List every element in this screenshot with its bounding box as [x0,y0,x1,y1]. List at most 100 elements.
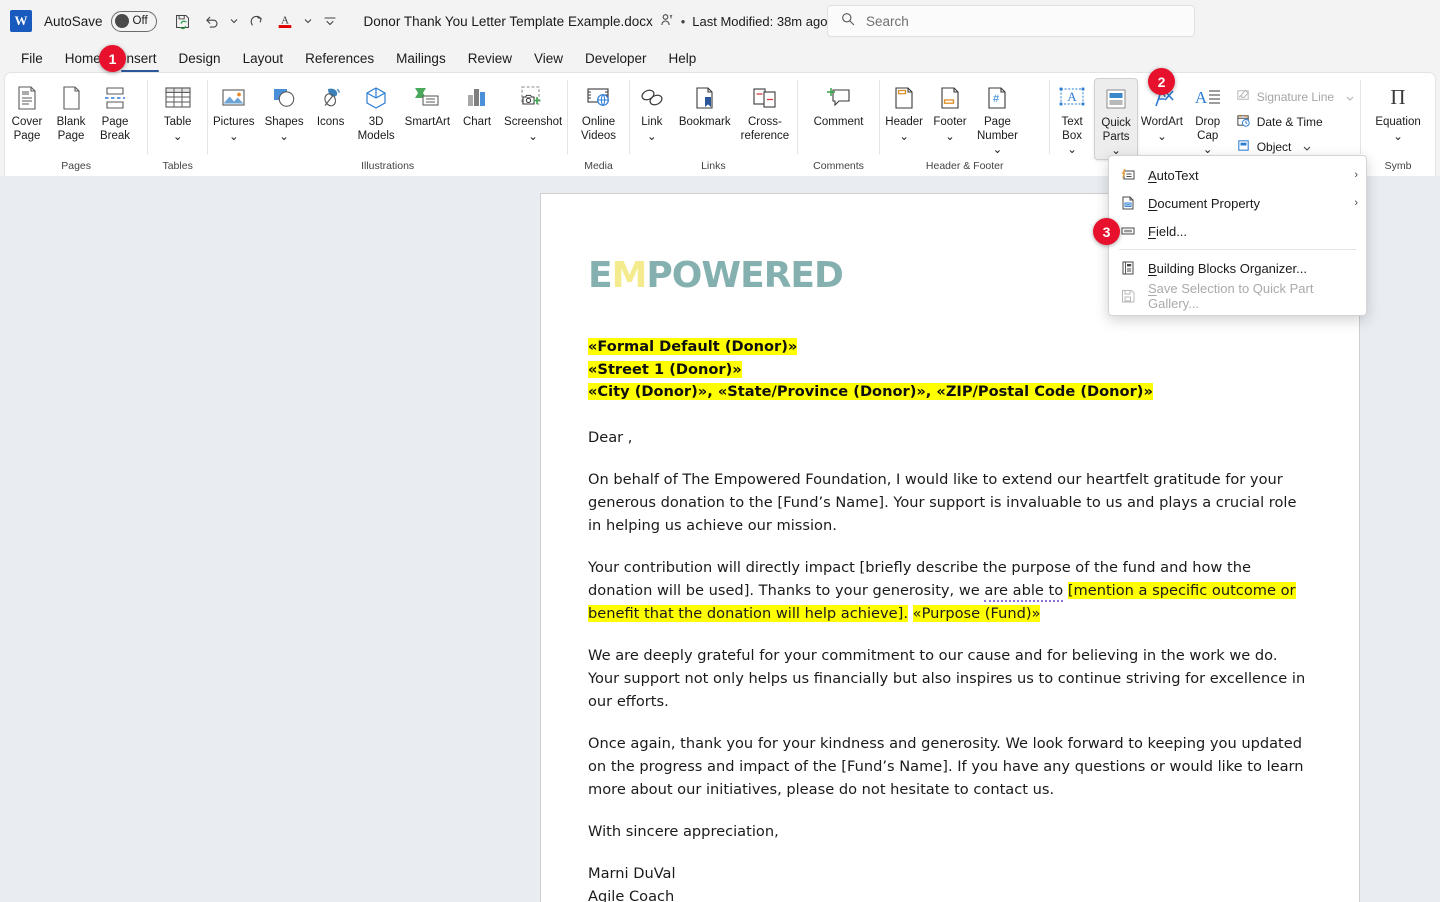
text-box-button[interactable]: A Text Box ⌄ [1050,78,1094,158]
last-modified-label[interactable]: Last Modified: 38m ago [692,14,827,29]
quick-parts-button[interactable]: Quick Parts ⌄ [1094,78,1139,160]
header-icon [890,81,918,115]
object-label: Object [1256,139,1292,154]
svg-text:Π: Π [1390,85,1405,109]
search-box[interactable]: Search [827,5,1195,37]
svg-text:A: A [1195,88,1208,107]
grammar-suggestion-text[interactable]: are able to [984,581,1064,602]
font-color-dropdown-chevron-down-icon[interactable] [301,8,315,35]
ribbon-group-tables: Table ⌄ Tables [148,73,207,176]
save-icon[interactable] [169,8,196,35]
equation-button[interactable]: Π Equation ⌄ [1370,78,1425,144]
tab-design[interactable]: Design [168,48,232,72]
icons-button[interactable]: Icons [309,78,353,130]
equation-icon: Π [1384,81,1412,115]
table-chevron-down-icon[interactable]: ⌄ [173,131,183,145]
menu-item-field[interactable]: Field... [1109,217,1366,245]
object-chevron-down-icon[interactable] [1303,140,1311,154]
screenshot-button[interactable]: Screenshot ⌄ [499,78,567,144]
header-button[interactable]: Header ⌄ [880,78,928,144]
icons-icon [316,81,346,115]
smartart-icon [411,81,443,115]
menu-item-autotext[interactable]: AutoText › [1109,161,1366,189]
document-title[interactable]: Donor Thank You Letter Template Example.… [364,14,653,29]
cross-reference-button[interactable]: Cross- reference [736,78,795,143]
drop-cap-label: Drop Cap [1195,116,1221,142]
text-group-small-buttons: Signature Line Date & Time Object [1230,78,1360,158]
ribbon-group-pages: Cover Page Blank Page Page Break Pages [5,73,147,176]
customize-toolbar-icon[interactable] [317,8,344,35]
drop-cap-button[interactable]: A Drop Cap ⌄ [1186,78,1230,158]
pictures-label: Pictures [213,116,255,128]
wordart-chevron-down-icon[interactable]: ⌄ [1157,131,1167,145]
group-label-tables: Tables [162,160,193,172]
tab-view[interactable]: View [523,48,574,72]
shapes-button[interactable]: Shapes ⌄ [260,78,309,144]
share-person-icon[interactable] [660,13,674,30]
header-chevron-down-icon[interactable]: ⌄ [899,131,909,145]
blank-page-icon [56,81,86,115]
tab-review[interactable]: Review [457,48,523,72]
quick-parts-icon [1103,82,1129,116]
page-break-icon [100,81,130,115]
document-title-area: Donor Thank You Letter Template Example.… [364,13,844,30]
cover-page-button[interactable]: Cover Page [5,78,49,143]
comment-button[interactable]: Comment [809,78,869,130]
date-time-label: Date & Time [1256,114,1323,129]
tab-help[interactable]: Help [658,48,708,72]
pictures-chevron-down-icon[interactable]: ⌄ [229,131,239,145]
undo-icon[interactable] [198,8,225,35]
ribbon-group-header-footer: Header ⌄ Footer ⌄ # Page Number ⌄ Header… [880,73,1049,176]
step-badge-1: 1 [99,45,126,72]
table-button[interactable]: Table ⌄ [156,78,200,144]
3d-models-button[interactable]: 3D Models [353,78,400,143]
online-videos-button[interactable]: Online Videos [576,78,621,143]
page-number-button[interactable]: # Page Number ⌄ [972,78,1023,158]
shapes-icon [269,81,299,115]
smartart-button[interactable]: SmartArt [400,78,455,130]
page-break-button[interactable]: Page Break [93,78,137,143]
autosave-toggle[interactable]: Off [110,10,157,32]
address-line: «Street 1 (Donor)» [588,359,1312,382]
logo-part-1: E [588,255,613,296]
pictures-button[interactable]: Pictures ⌄ [208,78,260,144]
building-blocks-icon [1119,260,1137,276]
menu-item-document-property[interactable]: Document Property › [1109,189,1366,217]
equation-chevron-down-icon[interactable]: ⌄ [1393,131,1403,145]
signature-block: Marni DuVal Agile Coach The Empowered Fo… [588,862,1312,902]
autotext-rest: utoText [1156,167,1199,183]
footer-button[interactable]: Footer ⌄ [928,78,972,144]
bookmark-button[interactable]: Bookmark [674,78,736,130]
field-icon [1119,223,1137,239]
footer-chevron-down-icon[interactable]: ⌄ [945,131,955,145]
signature-line-button[interactable]: Signature Line [1230,85,1360,108]
menu-item-field-label: Field... [1148,223,1188,239]
signature-line-chevron-down-icon[interactable] [1346,90,1354,104]
donor-address-block: «Formal Default (Donor)» «Street 1 (Dono… [588,336,1312,404]
menu-item-building-blocks-organizer[interactable]: Building Blocks Organizer... [1109,254,1366,282]
shapes-chevron-down-icon[interactable]: ⌄ [279,131,289,145]
tab-developer[interactable]: Developer [574,48,658,72]
page-number-chevron-down-icon[interactable]: ⌄ [993,144,1003,158]
group-label-symbols: Symb [1384,160,1412,172]
tab-mailings[interactable]: Mailings [385,48,457,72]
quick-parts-dropdown-menu: AutoText › Document Property › Field... … [1108,155,1367,316]
menu-item-document-property-label: Document Property [1148,195,1260,211]
link-button[interactable]: Link ⌄ [630,78,674,144]
font-color-icon[interactable]: A [272,8,299,35]
address-line-2: «Street 1 (Donor)» [588,360,742,378]
blank-page-button[interactable]: Blank Page [49,78,93,143]
salutation: Dear , [588,428,633,446]
undo-dropdown-chevron-down-icon[interactable] [227,8,241,35]
date-time-button[interactable]: Date & Time [1230,110,1360,133]
tab-file[interactable]: File [10,48,54,72]
redo-icon[interactable] [243,8,270,35]
tab-layout[interactable]: Layout [232,48,295,72]
3d-models-label: 3D Models [357,116,395,142]
link-chevron-down-icon[interactable]: ⌄ [647,131,657,145]
text-box-chevron-down-icon[interactable]: ⌄ [1067,144,1077,158]
screenshot-chevron-down-icon[interactable]: ⌄ [528,131,538,145]
table-icon [162,81,194,115]
tab-references[interactable]: References [294,48,385,72]
chart-button[interactable]: Chart [455,78,499,130]
